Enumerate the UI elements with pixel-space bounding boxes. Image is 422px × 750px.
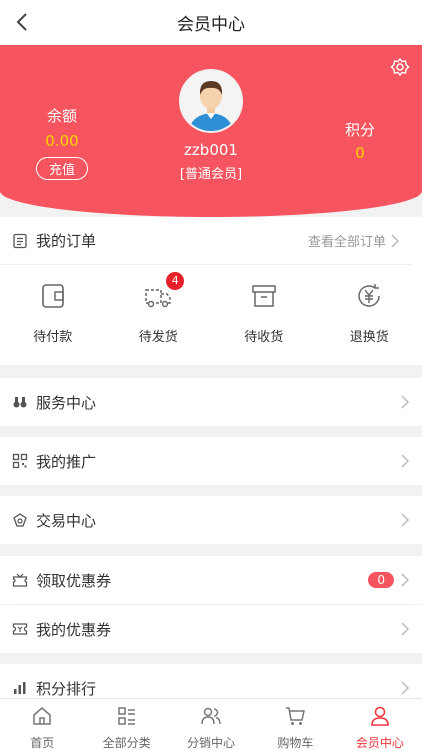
chevron-right-icon: [401, 454, 410, 468]
order-list-icon: [13, 233, 27, 248]
order-item-pending-payment[interactable]: 待付款: [0, 281, 106, 345]
chevron-right-icon: [401, 622, 410, 636]
tab-home[interactable]: 首页: [0, 699, 84, 750]
order-item-pending-shipment[interactable]: 4 待发货: [106, 272, 212, 345]
points-value: 0: [355, 144, 365, 162]
chevron-right-icon: [401, 573, 410, 587]
order-label: 退换货: [349, 330, 389, 345]
chevron-right-icon: [391, 233, 400, 248]
tab-label: 全部分类: [102, 736, 151, 750]
orders-card: 我的订单 查看全部订单 待付款 4 待发货 待收货 退换货: [0, 217, 422, 365]
qrcode-icon: [12, 453, 28, 469]
coupon-get-icon: [12, 573, 28, 587]
profile-header: 余额 0.00 充值 zzb001 [普通会员] 积分 0: [0, 45, 422, 217]
order-label: 待付款: [33, 330, 73, 345]
menu-row-my-promotion[interactable]: 我的推广: [0, 437, 422, 485]
user-icon: [371, 706, 389, 726]
settings-icon[interactable]: [390, 57, 410, 77]
order-label: 待收货: [244, 330, 284, 345]
chevron-right-icon: [401, 513, 410, 527]
avatar[interactable]: [179, 69, 243, 133]
tab-label: 首页: [30, 736, 55, 750]
menu-label: 积分排行: [36, 679, 97, 698]
page-title: 会员中心: [177, 15, 245, 35]
bar-chart-icon: [14, 682, 26, 694]
cart-icon: [286, 707, 306, 725]
chevron-right-icon: [401, 681, 410, 695]
points-block[interactable]: 积分 0: [330, 119, 390, 162]
menu-label: 领取优惠券: [36, 571, 112, 590]
avatar-image: [181, 71, 241, 131]
menu-label: 交易中心: [36, 511, 97, 530]
wallet-icon: [41, 284, 64, 308]
menu-row-my-coupons[interactable]: 我的优惠券: [0, 605, 422, 653]
orders-title: 我的订单: [36, 232, 97, 250]
order-status-row: 待付款 4 待发货 待收货 退换货: [0, 265, 422, 345]
tab-label: 购物车: [277, 736, 314, 750]
chevron-right-icon: [401, 395, 410, 409]
menu-row-service-center[interactable]: 服务中心: [0, 378, 422, 426]
home-icon: [33, 707, 51, 725]
bottom-tab-bar: 首页 全部分类 分销中心 购物车 会员中心: [0, 698, 422, 750]
coupon-count-badge: 0: [368, 572, 394, 588]
menu-label: 服务中心: [36, 393, 97, 412]
member-level: [普通会员]: [179, 167, 243, 182]
top-bar: 会员中心: [0, 0, 422, 45]
view-all-orders-link[interactable]: 查看全部订单: [308, 231, 386, 250]
orders-header[interactable]: 我的订单 查看全部订单: [0, 217, 412, 265]
binoculars-icon: [13, 397, 27, 408]
yen-refund-icon: [358, 284, 380, 307]
category-icon: [117, 707, 135, 725]
menu-row-trade-center[interactable]: 交易中心: [0, 496, 422, 544]
menu-label: 我的推广: [36, 452, 97, 471]
order-label: 待发货: [138, 330, 178, 345]
order-item-pending-receipt[interactable]: 待收货: [211, 281, 317, 345]
tab-label: 分销中心: [187, 736, 236, 750]
order-item-refund[interactable]: 退换货: [317, 281, 422, 345]
tab-member-center[interactable]: 会员中心: [338, 699, 422, 750]
points-label: 积分: [344, 121, 375, 139]
tab-cart[interactable]: 购物车: [253, 699, 337, 750]
tab-label: 会员中心: [355, 736, 404, 750]
order-count-badge: 4: [166, 272, 185, 290]
tab-distribution-center[interactable]: 分销中心: [169, 699, 253, 750]
box-icon: [252, 285, 276, 307]
chevron-left-icon: [16, 13, 27, 31]
tab-all-categories[interactable]: 全部分类: [84, 699, 168, 750]
exchange-icon: [13, 513, 27, 527]
users-icon: [201, 707, 221, 725]
coupon-icon: [12, 623, 28, 635]
menu-label: 我的优惠券: [36, 620, 112, 639]
menu-row-get-coupon[interactable]: 领取优惠券 0: [0, 556, 422, 604]
balance-label: 余额: [46, 107, 77, 125]
back-button[interactable]: [10, 10, 34, 34]
